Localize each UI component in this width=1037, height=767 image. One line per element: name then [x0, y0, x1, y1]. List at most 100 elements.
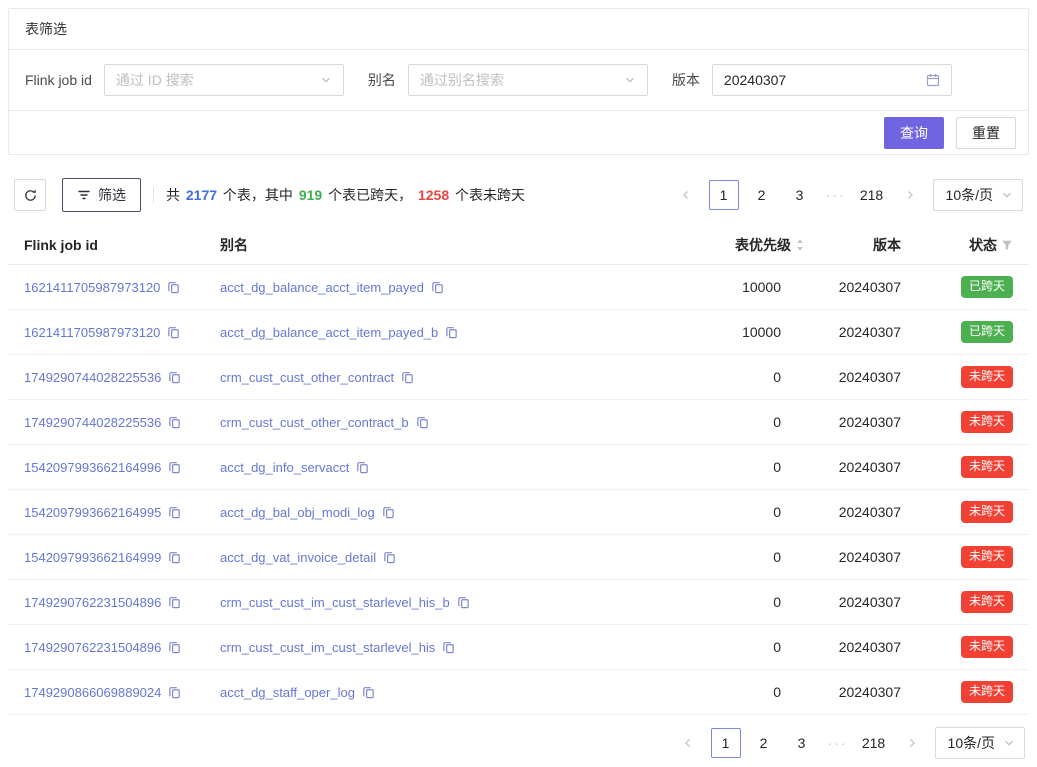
flink-job-id-cell: 1621411705987973120 — [18, 280, 214, 295]
next-page-button[interactable] — [897, 728, 927, 758]
column-header-status-label: 状态 — [969, 235, 997, 255]
alias-link[interactable]: acct_dg_staff_oper_log — [220, 685, 355, 700]
status-badge: 未跨天 — [961, 501, 1013, 523]
copy-icon[interactable] — [442, 641, 455, 654]
next-page-button[interactable] — [895, 180, 925, 210]
copy-icon[interactable] — [168, 686, 181, 699]
copy-icon[interactable] — [168, 371, 181, 384]
alias-link[interactable]: acct_dg_balance_acct_item_payed — [220, 280, 424, 295]
refresh-button[interactable] — [14, 179, 46, 211]
page-button-3[interactable]: 3 — [787, 728, 817, 758]
priority-cell: 0 — [681, 594, 811, 610]
page-size-select[interactable]: 10条/页 — [933, 179, 1023, 211]
copy-icon[interactable] — [445, 326, 458, 339]
version-date-input[interactable] — [712, 64, 952, 96]
summary-text: 共 2177 个表，其中 919 个表已跨天， 1258 个表未跨天 — [166, 185, 525, 205]
page-button-218[interactable]: 218 — [859, 728, 889, 758]
copy-icon[interactable] — [168, 506, 181, 519]
copy-icon[interactable] — [416, 416, 429, 429]
prev-page-button[interactable] — [673, 728, 703, 758]
page-button-1[interactable]: 1 — [711, 728, 741, 758]
flink-job-id-label: Flink job id — [25, 72, 92, 88]
flink-job-id-link[interactable]: 1749290744028225536 — [24, 415, 161, 430]
pagination-bottom: 123···218 10条/页 — [673, 727, 1025, 759]
sort-icon[interactable] — [795, 238, 805, 252]
table-row: 1749290762231504896 crm_cust_cust_im_cus… — [8, 625, 1029, 670]
flink-job-id-link[interactable]: 1542097993662164999 — [24, 550, 161, 565]
column-header-status[interactable]: 状态 — [907, 235, 1019, 255]
flink-job-id-cell: 1749290866069889024 — [18, 685, 214, 700]
filter-card-title: 表筛选 — [9, 9, 1028, 50]
alias-cell: crm_cust_cust_im_cust_starlevel_his — [214, 640, 681, 655]
filter-toggle-button[interactable]: 筛选 — [62, 178, 141, 212]
flink-job-id-link[interactable]: 1749290762231504896 — [24, 640, 161, 655]
reset-button[interactable]: 重置 — [956, 117, 1016, 149]
page-button-218[interactable]: 218 — [857, 180, 887, 210]
column-header-alias[interactable]: 别名 — [214, 235, 681, 255]
alias-link[interactable]: crm_cust_cust_other_contract_b — [220, 415, 409, 430]
copy-icon[interactable] — [401, 371, 414, 384]
copy-icon[interactable] — [457, 596, 470, 609]
alias-link[interactable]: crm_cust_cust_im_cust_starlevel_his — [220, 640, 435, 655]
alias-link[interactable]: acct_dg_bal_obj_modi_log — [220, 505, 375, 520]
alias-link[interactable]: crm_cust_cust_im_cust_starlevel_his_b — [220, 595, 450, 610]
page-button-3[interactable]: 3 — [785, 180, 815, 210]
flink-job-id-link[interactable]: 1749290866069889024 — [24, 685, 161, 700]
alias-cell: acct_dg_vat_invoice_detail — [214, 550, 681, 565]
status-cell: 未跨天 — [907, 411, 1019, 433]
page: 表筛选 Flink job id 通过 ID 搜索 别名 通过别名搜索 — [0, 0, 1037, 767]
status-cell: 未跨天 — [907, 366, 1019, 388]
field-flink-job-id: Flink job id 通过 ID 搜索 — [25, 64, 344, 96]
status-cell: 未跨天 — [907, 456, 1019, 478]
page-size-select[interactable]: 10条/页 — [935, 727, 1025, 759]
summary-part: 个表未跨天 — [451, 187, 525, 203]
copy-icon[interactable] — [168, 416, 181, 429]
copy-icon[interactable] — [382, 506, 395, 519]
column-header-flink-job-id[interactable]: Flink job id — [18, 237, 214, 253]
copy-icon[interactable] — [168, 641, 181, 654]
alias-link[interactable]: crm_cust_cust_other_contract — [220, 370, 394, 385]
flink-job-id-link[interactable]: 1749290762231504896 — [24, 595, 161, 610]
column-header-priority-label: 表优先级 — [735, 235, 791, 255]
flink-job-id-link[interactable]: 1621411705987973120 — [24, 325, 160, 340]
flink-job-id-link[interactable]: 1749290744028225536 — [24, 370, 161, 385]
summary-part: 个表已跨天， — [324, 187, 416, 203]
status-badge: 已跨天 — [961, 276, 1013, 298]
query-button[interactable]: 查询 — [884, 117, 944, 149]
copy-icon[interactable] — [383, 551, 396, 564]
alias-link[interactable]: acct_dg_info_servacct — [220, 460, 349, 475]
table-body: 1621411705987973120 acct_dg_balance_acct… — [8, 265, 1029, 715]
flink-job-id-cell: 1621411705987973120 — [18, 325, 214, 340]
copy-icon[interactable] — [431, 281, 444, 294]
flink-job-id-link[interactable]: 1542097993662164995 — [24, 505, 161, 520]
flink-job-id-cell: 1542097993662164996 — [18, 460, 214, 475]
column-header-priority[interactable]: 表优先级 — [681, 235, 811, 255]
page-button-2[interactable]: 2 — [749, 728, 779, 758]
alias-link[interactable]: acct_dg_balance_acct_item_payed_b — [220, 325, 438, 340]
copy-icon[interactable] — [362, 686, 375, 699]
version-input[interactable] — [724, 72, 926, 88]
page-button-2[interactable]: 2 — [747, 180, 777, 210]
page-button-1[interactable]: 1 — [709, 180, 739, 210]
alias-link[interactable]: acct_dg_vat_invoice_detail — [220, 550, 376, 565]
copy-icon[interactable] — [167, 281, 180, 294]
flink-job-id-link[interactable]: 1542097993662164996 — [24, 460, 161, 475]
table-row: 1749290762231504896 crm_cust_cust_im_cus… — [8, 580, 1029, 625]
flink-job-id-cell: 1749290744028225536 — [18, 415, 214, 430]
column-header-version[interactable]: 版本 — [811, 235, 907, 255]
copy-icon[interactable] — [168, 461, 181, 474]
flink-job-id-select[interactable]: 通过 ID 搜索 — [104, 64, 344, 96]
flink-job-id-cell: 1542097993662164999 — [18, 550, 214, 565]
copy-icon[interactable] — [356, 461, 369, 474]
status-cell: 未跨天 — [907, 681, 1019, 703]
flink-job-id-link[interactable]: 1621411705987973120 — [24, 280, 160, 295]
chevron-down-icon — [320, 74, 332, 86]
filter-funnel-icon[interactable] — [1001, 239, 1013, 251]
prev-page-button[interactable] — [671, 180, 701, 210]
copy-icon[interactable] — [168, 551, 181, 564]
copy-icon[interactable] — [168, 596, 181, 609]
status-cell: 已跨天 — [907, 321, 1019, 343]
alias-select[interactable]: 通过别名搜索 — [408, 64, 648, 96]
alias-cell: acct_dg_balance_acct_item_payed — [214, 280, 681, 295]
copy-icon[interactable] — [167, 326, 180, 339]
